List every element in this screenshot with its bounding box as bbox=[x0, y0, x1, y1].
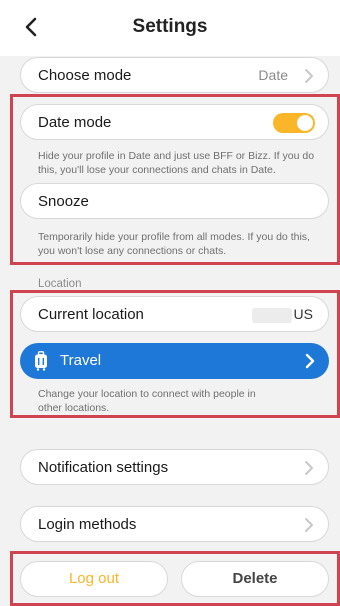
date-mode-toggle[interactable] bbox=[273, 113, 315, 133]
login-methods-label: Login methods bbox=[38, 516, 137, 533]
location-section-label: Location bbox=[38, 278, 82, 290]
login-methods-row[interactable]: Login methods bbox=[20, 506, 329, 542]
choose-mode-row[interactable]: Choose mode Date bbox=[20, 57, 329, 93]
notification-settings-row[interactable]: Notification settings bbox=[20, 449, 329, 485]
current-location-label: Current location bbox=[38, 306, 144, 323]
page-title: Settings bbox=[132, 16, 208, 37]
travel-button[interactable]: Travel bbox=[20, 343, 329, 379]
choose-mode-label: Choose mode bbox=[38, 67, 132, 84]
chevron-right-icon bbox=[305, 69, 313, 83]
date-mode-help-text: Hide your profile in Date and just use B… bbox=[38, 150, 315, 176]
chevron-right-icon bbox=[305, 461, 313, 475]
chevron-right-icon bbox=[305, 353, 315, 369]
header-bar: Settings bbox=[0, 0, 340, 56]
redacted-location-text bbox=[252, 308, 292, 323]
current-location-row[interactable]: Current location US bbox=[20, 296, 329, 332]
date-mode-label: Date mode bbox=[38, 114, 112, 131]
snooze-label: Snooze bbox=[38, 193, 89, 210]
travel-label: Travel bbox=[60, 352, 102, 369]
date-mode-row: Date mode bbox=[20, 104, 329, 140]
snooze-help-text: Temporarily hide your profile from all m… bbox=[38, 231, 310, 257]
chevron-right-icon bbox=[305, 518, 313, 532]
snooze-row[interactable]: Snooze bbox=[20, 183, 329, 219]
travel-help-text: Change your location to connect with peo… bbox=[38, 388, 256, 414]
delete-button[interactable]: Delete bbox=[181, 561, 329, 597]
luggage-icon bbox=[35, 351, 47, 371]
choose-mode-value: Date bbox=[258, 67, 288, 83]
toggle-knob bbox=[297, 115, 313, 131]
logout-button[interactable]: Log out bbox=[20, 561, 168, 597]
notification-settings-label: Notification settings bbox=[38, 459, 169, 476]
current-location-value: US bbox=[293, 306, 313, 322]
